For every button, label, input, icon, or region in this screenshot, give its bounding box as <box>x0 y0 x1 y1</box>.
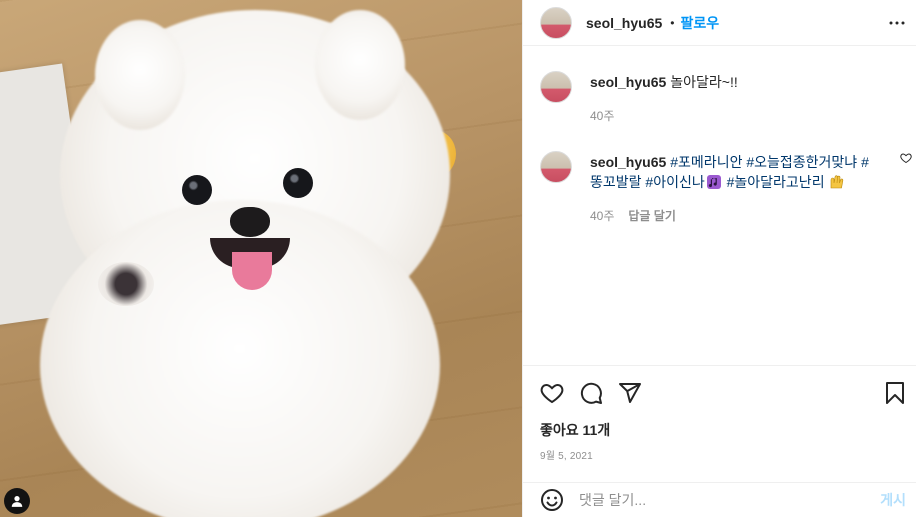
post-photo[interactable] <box>0 0 522 517</box>
hashtag-link[interactable]: #아이신나 <box>645 174 704 190</box>
comment-time[interactable]: 40주 <box>590 206 614 226</box>
comment-username[interactable]: seol_hyu65 <box>590 154 666 170</box>
emoji-icon[interactable] <box>539 487 565 513</box>
bookmark-icon[interactable] <box>882 380 908 406</box>
heart-icon[interactable] <box>900 152 912 164</box>
comment-body: seol_hyu65 #포메라니안 #오늘접종한거맞냐 #똥꼬발랄 #아이신나 #… <box>590 135 878 226</box>
hashtag-link[interactable]: #포메라니안 <box>670 154 742 170</box>
dog-eye-left <box>182 175 212 205</box>
dog-ear-right <box>315 10 405 120</box>
comment-username[interactable]: seol_hyu65 <box>590 74 666 90</box>
dog-eye-right <box>283 168 313 198</box>
avatar[interactable] <box>540 6 572 39</box>
comment-input[interactable] <box>579 492 881 508</box>
music-notes-emoji-icon <box>706 175 721 189</box>
avatar[interactable] <box>540 151 572 183</box>
raised-hands-emoji-icon <box>831 175 844 189</box>
separator-dot: • <box>670 15 675 30</box>
comment-icon[interactable] <box>578 380 604 406</box>
comment-time[interactable]: 40주 <box>590 106 614 126</box>
heart-icon[interactable] <box>539 380 565 406</box>
action-bar <box>523 365 916 419</box>
list-item: seol_hyu65 놀아달라~!! 40주 <box>523 55 916 129</box>
paper-plane-icon[interactable] <box>617 380 643 406</box>
list-item: seol_hyu65 #포메라니안 #오늘접종한거맞냐 #똥꼬발랄 #아이신나 #… <box>523 135 916 226</box>
dog-ear-left <box>95 20 185 130</box>
avatar[interactable] <box>540 71 572 103</box>
post-comment-button[interactable]: 게시 <box>880 490 906 510</box>
hashtag-link[interactable]: #오늘접종한거맞냐 <box>746 154 857 170</box>
post-side-panel: seol_hyu65 • 팔로우 seol_hyu65 놀아달라~!! 40주 s… <box>522 0 916 517</box>
post-header: seol_hyu65 • 팔로우 <box>523 0 916 46</box>
comment-meta: 40주 <box>590 106 878 126</box>
more-horizontal-icon[interactable] <box>888 14 906 32</box>
comments-list: seol_hyu65 놀아달라~!! 40주 seol_hyu65 #포메라니안 #… <box>523 55 916 226</box>
dog-nose <box>230 207 270 237</box>
person-icon[interactable] <box>4 488 30 514</box>
dog-paw <box>98 262 154 306</box>
header-username[interactable]: seol_hyu65 <box>586 15 662 31</box>
comment-text: 놀아달라~!! <box>670 74 738 90</box>
follow-button[interactable]: 팔로우 <box>680 13 719 33</box>
add-comment-bar: 게시 <box>523 482 916 517</box>
likes-count[interactable]: 좋아요 11개 <box>540 420 610 440</box>
comment-meta: 40주 답글 달기 <box>590 206 878 226</box>
comment-body: seol_hyu65 놀아달라~!! 40주 <box>590 55 878 129</box>
hashtag-link[interactable]: #놀아달라고난리 <box>727 174 825 190</box>
post-date[interactable]: 9월 5, 2021 <box>540 447 593 462</box>
reply-button[interactable]: 답글 달기 <box>628 206 676 226</box>
